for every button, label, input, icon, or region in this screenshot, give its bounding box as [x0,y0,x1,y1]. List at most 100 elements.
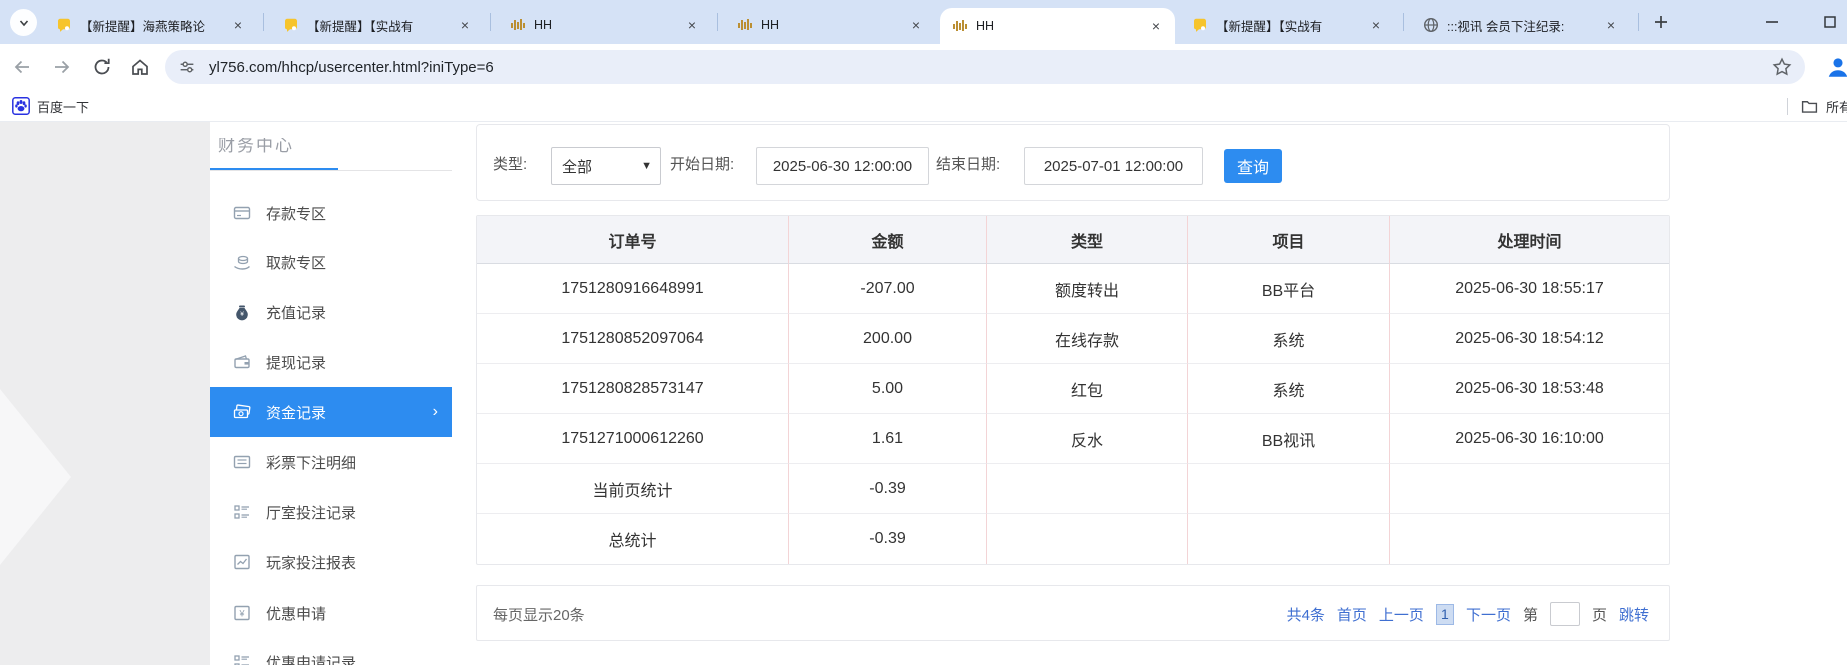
cell-time: 2025-06-30 18:53:48 [1390,364,1669,414]
start-date-input[interactable]: 2025-06-30 12:00:00 [756,147,929,185]
cell-project: 系统 [1188,314,1390,364]
money-bag-icon: ¥ [233,303,251,321]
tab-title: HH [976,19,1141,33]
type-label: 类型: [493,125,527,202]
pagination-controls: 共4条 首页 上一页 1 下一页 第 页 跳转 [1287,586,1649,642]
profile-button[interactable] [1824,53,1847,81]
sidebar-item-promo-apply-records[interactable]: 优惠申请记录 [210,637,452,665]
tab-hh-2[interactable]: HH × [725,6,935,44]
sidebar-item-label: 存款专区 [266,203,326,224]
chat-bubble-favicon-icon [1192,17,1208,33]
cell-page-total-label: 当前页统计 [477,464,789,514]
next-page-link[interactable]: 下一页 [1466,604,1511,625]
cell-order-no: 1751280916648991 [477,264,789,314]
tab-hh-1[interactable]: HH × [498,6,711,44]
svg-text:¥: ¥ [240,311,244,318]
sidebar-item-label: 优惠申请记录 [266,652,356,665]
sidebar-item-label: 取款专区 [266,252,326,273]
cell-amount: 1.61 [789,414,987,464]
site-info-icon[interactable] [177,57,197,77]
restore-button[interactable] [1820,14,1840,30]
tab-close-icon[interactable]: × [907,16,925,34]
tab-close-icon[interactable]: × [1147,17,1165,35]
bookmarks-divider [1787,98,1788,115]
forward-arrow-icon [51,56,73,78]
profile-person-icon [1825,54,1847,80]
tab-close-icon[interactable]: × [1602,16,1620,34]
tab-title: 【新提醒】海燕策略论 [80,16,223,35]
sidebar-item-deposit[interactable]: 存款专区 [210,188,452,238]
sidebar-item-lottery-bet-details[interactable]: 彩票下注明细 [210,437,452,487]
type-select[interactable]: 全部 ▼ [551,147,661,185]
tab-close-icon[interactable]: × [229,16,247,34]
tab-hh-active[interactable]: HH × [940,8,1175,44]
chat-bubble-favicon-icon [56,17,72,33]
tab-forum-2[interactable]: 【新提醒】【实战有 × [271,6,484,44]
end-date-input[interactable]: 2025-07-01 12:00:00 [1024,147,1203,185]
url-text[interactable]: yl756.com/hhcp/usercenter.html?iniType=6 [209,59,1771,76]
back-button[interactable] [10,55,34,79]
all-bookmarks-label: 所有书签 [1826,97,1847,116]
sidebar-item-promo-apply[interactable]: ¥ 优惠申请 [210,588,452,638]
reload-button[interactable] [90,55,114,79]
column-header: 项目 [1188,216,1390,264]
cell-project: BB视讯 [1188,414,1390,464]
sidebar-item-hall-bet-records[interactable]: 厅室投注记录 [210,487,452,537]
bookmark-star-icon[interactable] [1771,56,1793,78]
tab-close-icon[interactable]: × [456,16,474,34]
start-date-label: 开始日期: [670,125,734,202]
chevron-down-icon [16,15,32,31]
tab-search-button[interactable] [10,9,37,36]
page-size-label: 每页显示20条 [493,586,585,642]
type-select-value: 全部 [562,156,592,177]
tab-forum-3[interactable]: 【新提醒】【实战有 × [1180,6,1395,44]
column-header: 处理时间 [1390,216,1669,264]
sidebar-item-withdrawal-records[interactable]: 提现记录 [210,337,452,387]
cell-page-total-amount: -0.39 [789,464,987,514]
tab-forum-1[interactable]: 【新提醒】海燕策略论 × [44,6,257,44]
tab-close-icon[interactable]: × [1367,16,1385,34]
globe-favicon-icon [1423,17,1439,33]
first-page-link[interactable]: 首页 [1337,604,1367,625]
browser-window: 【新提醒】海燕策略论 × 【新提醒】【实战有 × HH × HH × HH × [0,0,1847,665]
sidebar-item-funds-records[interactable]: 资金记录 › [210,387,452,437]
jump-button[interactable]: 跳转 [1619,604,1649,625]
deposit-card-icon [233,204,251,222]
cell-empty [1188,464,1390,514]
minimize-button[interactable] [1762,14,1782,30]
cell-project: BB平台 [1188,264,1390,314]
tab-video-records[interactable]: :::视讯 会员下注纪录: × [1411,6,1630,44]
sidebar-item-label: 优惠申请 [266,603,326,624]
current-page-badge[interactable]: 1 [1436,604,1454,625]
sidebar-item-player-bet-report[interactable]: 玩家投注报表 [210,537,452,587]
cell-time: 2025-06-30 16:10:00 [1390,414,1669,464]
all-bookmarks-button[interactable]: 所有书签 [1800,94,1847,118]
bookmark-baidu[interactable]: 百度一下 [12,94,89,118]
sidebar-item-recharge-records[interactable]: ¥ 充值记录 [210,287,452,337]
cell-project: 系统 [1188,364,1390,414]
forward-button[interactable] [50,55,74,79]
cell-grand-total-amount: -0.39 [789,514,987,564]
tab-divider [263,13,264,31]
query-button[interactable]: 查询 [1224,149,1282,183]
coupon-yen-icon: ¥ [233,604,251,622]
list-card-icon [233,453,251,471]
waveform-favicon-icon [510,17,526,33]
reload-icon [91,56,113,78]
tab-title: HH [761,18,901,32]
cell-empty [1390,464,1669,514]
tab-close-icon[interactable]: × [683,16,701,34]
prev-page-link[interactable]: 上一页 [1379,604,1424,625]
sidebar-item-label: 玩家投注报表 [266,552,356,573]
tab-divider [1403,13,1404,31]
sidebar-item-label: 充值记录 [266,302,326,323]
page-jump-input[interactable] [1550,602,1580,626]
wallet-icon [233,353,251,371]
sidebar-item-withdraw[interactable]: 取款专区 [210,237,452,287]
plus-icon [1653,14,1669,30]
address-bar[interactable]: yl756.com/hhcp/usercenter.html?iniType=6 [165,50,1805,84]
sidebar-header-divider [210,170,452,171]
home-button[interactable] [128,55,152,79]
new-tab-button[interactable] [1649,10,1673,34]
start-date-value: 2025-06-30 12:00:00 [773,158,912,175]
